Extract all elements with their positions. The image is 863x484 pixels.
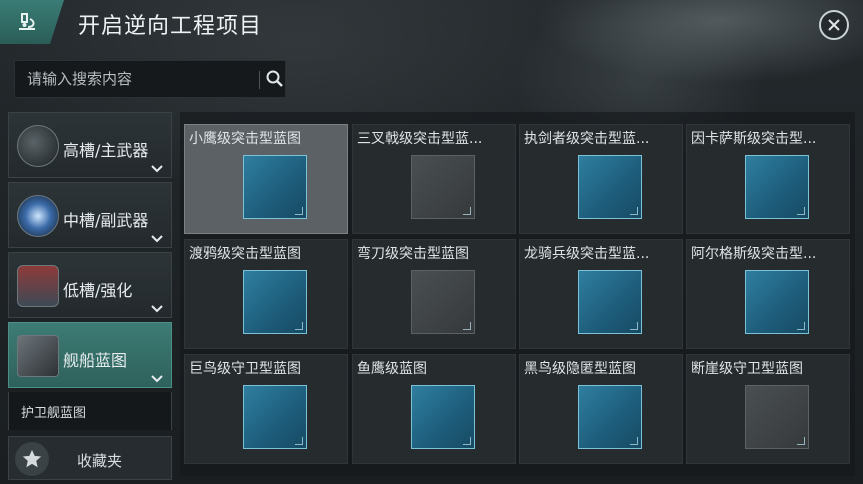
close-icon — [828, 19, 840, 31]
blueprint-card[interactable]: 执剑者级突击型蓝... — [519, 124, 683, 234]
blueprint-card[interactable]: 龙骑兵级突击型蓝... — [519, 239, 683, 349]
subcategory-frigate-blueprint[interactable]: 护卫舰蓝图 — [8, 392, 172, 430]
chevron-down-icon — [151, 375, 163, 383]
ship-thumbnail — [745, 155, 809, 219]
blueprint-card[interactable]: 黑鸟级隐匿型蓝图 — [519, 354, 683, 464]
blueprint-label: 黑鸟级隐匿型蓝图 — [524, 361, 636, 377]
blueprint-label: 因卡萨斯级突击型... — [691, 131, 817, 147]
favorites-label: 收藏夹 — [77, 452, 123, 470]
blueprint-card[interactable]: 阿尔格斯级突击型... — [686, 239, 850, 349]
ship-thumbnail — [745, 270, 809, 334]
header-icon-box — [0, 0, 64, 44]
ship-thumbnail — [243, 385, 307, 449]
blueprint-label: 鱼鹰级蓝图 — [357, 361, 427, 377]
category-label: 低槽/强化 — [63, 281, 133, 300]
category-high-slot[interactable]: 高槽/主武器 — [8, 112, 172, 178]
weapon-turret-icon — [17, 125, 59, 167]
header: 开启逆向工程项目 — [0, 0, 863, 50]
blueprint-label: 三叉戟级突击型蓝... — [357, 131, 483, 147]
microscope-icon — [19, 13, 35, 30]
ship-thumbnail — [411, 270, 475, 334]
blueprint-card[interactable]: 断崖级守卫型蓝图 — [686, 354, 850, 464]
search-input[interactable] — [15, 61, 245, 97]
blueprint-label: 渡鸦级突击型蓝图 — [189, 246, 301, 262]
favorites-button[interactable]: 收藏夹 — [8, 436, 172, 480]
page-title: 开启逆向工程项目 — [78, 14, 263, 39]
search-icon — [266, 70, 283, 87]
ship-thumbnail — [578, 385, 642, 449]
star-icon — [22, 449, 42, 468]
blueprint-card[interactable]: 弯刀级突击型蓝图 — [352, 239, 516, 349]
blueprint-card[interactable]: 鱼鹰级蓝图 — [352, 354, 516, 464]
chevron-down-icon — [151, 165, 163, 173]
ship-blueprint-icon — [17, 335, 59, 377]
category-label: 中槽/副武器 — [63, 211, 149, 230]
ship-thumbnail — [243, 270, 307, 334]
ship-thumbnail — [411, 385, 475, 449]
ship-thumbnail — [411, 155, 475, 219]
category-ship-blueprint[interactable]: 舰船蓝图 — [8, 322, 172, 388]
electric-orb-icon — [17, 195, 59, 237]
ship-thumbnail — [243, 155, 307, 219]
chevron-down-icon — [151, 305, 163, 313]
blueprint-label: 小鹰级突击型蓝图 — [189, 131, 301, 147]
blueprint-label: 执剑者级突击型蓝... — [524, 131, 650, 147]
subcategory-label: 护卫舰蓝图 — [21, 406, 87, 421]
category-label: 高槽/主武器 — [63, 141, 149, 160]
star-icon-circle — [15, 442, 49, 476]
blueprint-label: 龙骑兵级突击型蓝... — [524, 246, 650, 262]
search-divider — [259, 71, 260, 89]
armor-module-icon — [17, 265, 59, 307]
blueprint-card[interactable]: 小鹰级突击型蓝图 — [184, 124, 348, 234]
ship-thumbnail — [578, 270, 642, 334]
close-button[interactable] — [819, 10, 849, 40]
blueprint-label: 阿尔格斯级突击型... — [691, 246, 817, 262]
ship-thumbnail — [745, 385, 809, 449]
category-label: 舰船蓝图 — [63, 351, 128, 370]
chevron-down-icon — [151, 235, 163, 243]
blueprint-card[interactable]: 三叉戟级突击型蓝... — [352, 124, 516, 234]
blueprint-label: 弯刀级突击型蓝图 — [357, 246, 469, 262]
ship-thumbnail — [578, 155, 642, 219]
blueprint-card[interactable]: 因卡萨斯级突击型... — [686, 124, 850, 234]
category-low-slot[interactable]: 低槽/强化 — [8, 252, 172, 318]
blueprint-card[interactable]: 渡鸦级突击型蓝图 — [184, 239, 348, 349]
blueprint-card[interactable]: 巨鸟级守卫型蓝图 — [184, 354, 348, 464]
search-bar — [14, 60, 286, 98]
blueprint-label: 断崖级守卫型蓝图 — [691, 361, 803, 377]
blueprint-label: 巨鸟级守卫型蓝图 — [189, 361, 301, 377]
category-mid-slot[interactable]: 中槽/副武器 — [8, 182, 172, 248]
search-button[interactable] — [265, 69, 285, 89]
